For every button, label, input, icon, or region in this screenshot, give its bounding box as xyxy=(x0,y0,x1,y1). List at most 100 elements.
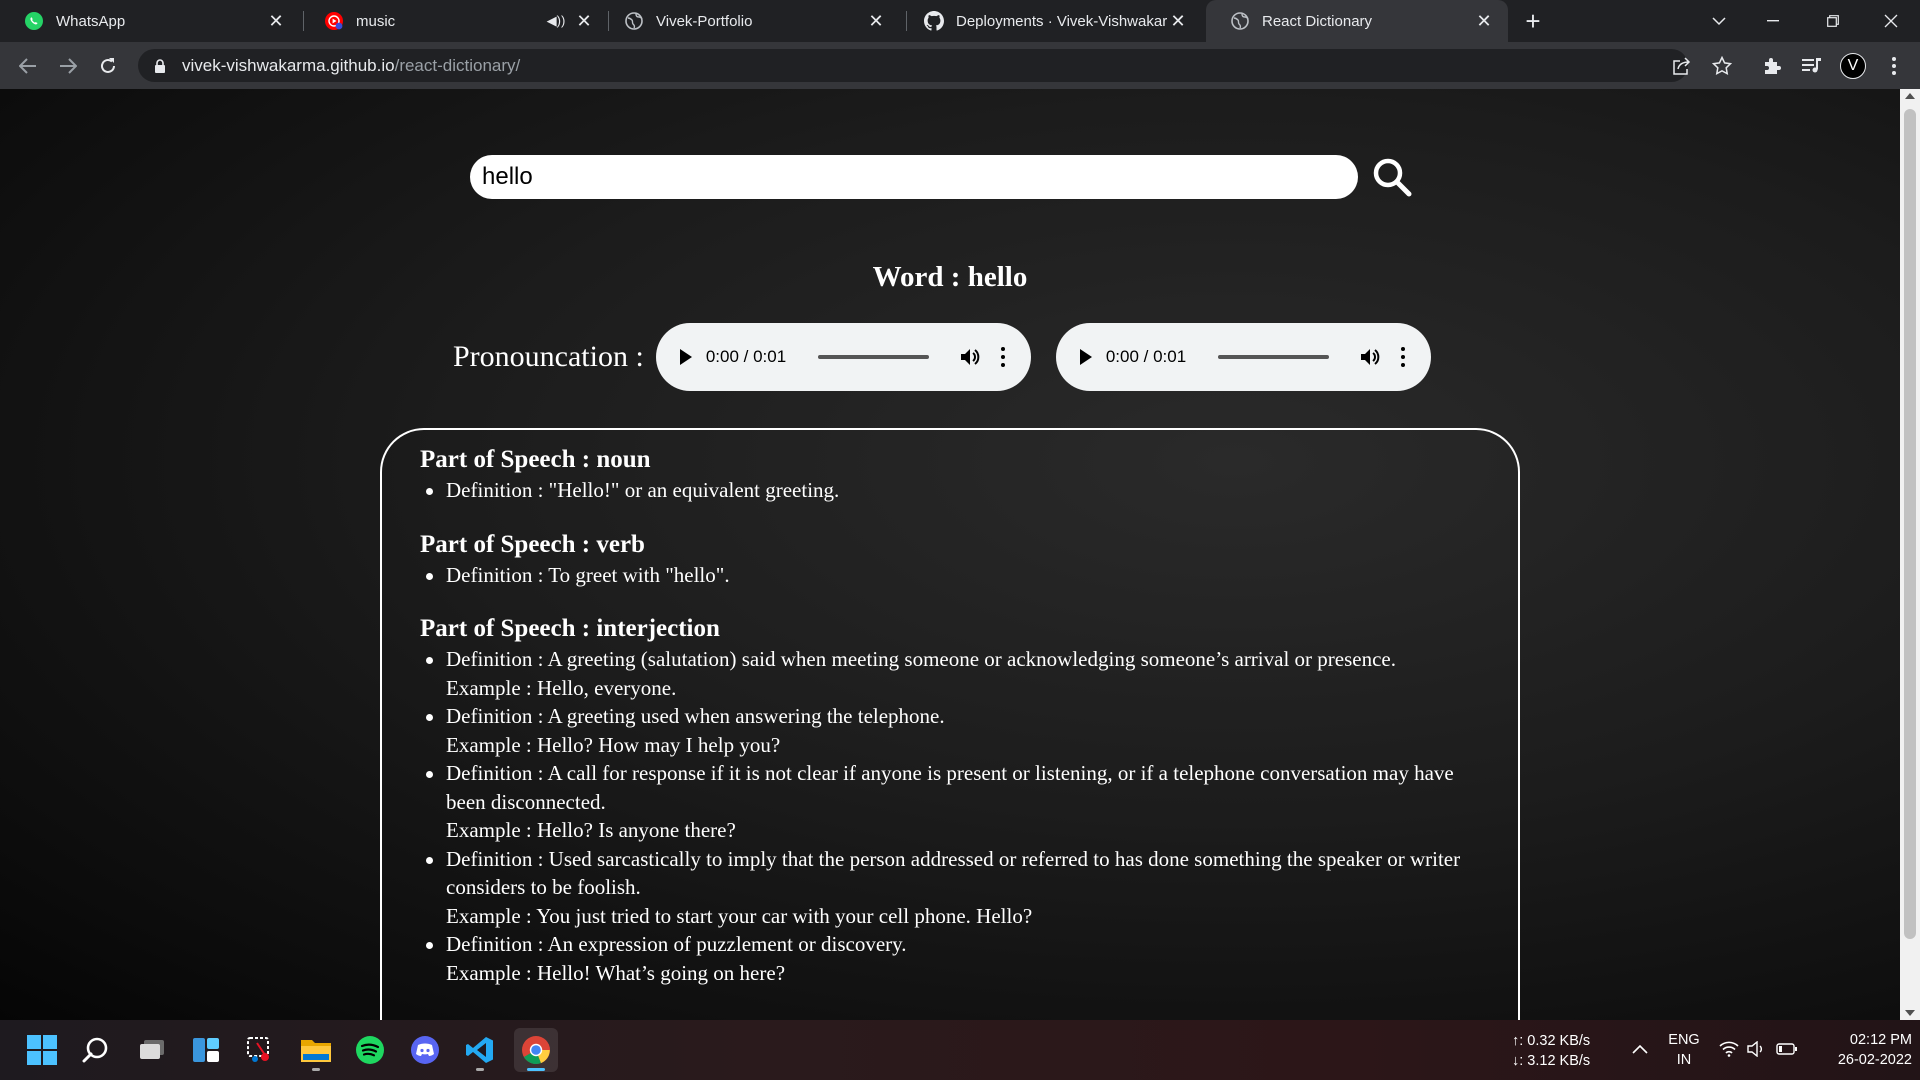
audio-time: 0:00 / 0:01 xyxy=(1105,347,1187,366)
show-hidden-icons-chevron-icon[interactable] xyxy=(1629,1038,1651,1060)
tab-vivek-portfolio[interactable]: Vivek-Portfolio ✕ xyxy=(600,0,900,42)
vscode-button[interactable] xyxy=(458,1028,502,1072)
search-icon xyxy=(1373,158,1412,197)
definition-item: Definition : A greeting used when answer… xyxy=(420,702,1478,759)
windows-start-button[interactable] xyxy=(20,1028,64,1072)
bookmark-star-icon[interactable] xyxy=(1710,54,1734,78)
search-icon xyxy=(82,1037,108,1063)
clock[interactable]: 02:12 PM 26-02-2022 xyxy=(1808,1030,1912,1070)
example-text: Example : Hello, everyone. xyxy=(446,675,677,700)
tab-search-chevron-icon[interactable] xyxy=(1696,0,1742,42)
task-view-button[interactable] xyxy=(130,1028,174,1072)
language-indicator[interactable]: ENG IN xyxy=(1664,1030,1704,1070)
close-tab-icon[interactable]: ✕ xyxy=(1168,11,1188,31)
extensions-puzzle-icon[interactable] xyxy=(1760,54,1784,78)
reload-icon[interactable] xyxy=(94,52,122,80)
minimize-button[interactable] xyxy=(1750,0,1796,42)
example-text: Example : Hello? How may I help you? xyxy=(446,732,781,757)
taskbar-search-button[interactable] xyxy=(74,1028,118,1072)
widgets-icon xyxy=(193,1038,219,1062)
pronunciation-label: Pronouncation : xyxy=(453,340,644,373)
tab-music[interactable]: music ◀)) ✕ xyxy=(300,0,608,42)
kebab-menu-icon[interactable] xyxy=(1882,54,1906,78)
battery-icon[interactable] xyxy=(1776,1038,1798,1060)
more-options-icon[interactable] xyxy=(1000,347,1005,367)
volume-icon[interactable] xyxy=(1746,1038,1768,1060)
word-heading: Word : hello xyxy=(872,261,1028,293)
definition-text: Definition : A call for response if it i… xyxy=(446,761,1454,814)
whatsapp-icon xyxy=(24,11,44,31)
region-code: IN xyxy=(1676,1052,1692,1068)
tab-title: Deployments · Vivek-Vishwakarm xyxy=(956,12,1168,30)
volume-icon[interactable] xyxy=(959,346,981,368)
audio-player: 0:00 / 0:01 xyxy=(1055,323,1431,391)
page-scrollbar[interactable] xyxy=(1900,89,1920,1020)
back-arrow-icon[interactable] xyxy=(14,52,42,80)
volume-icon[interactable] xyxy=(1359,346,1381,368)
upload-speed: ↑: 0.32 KB/s xyxy=(1512,1033,1591,1049)
definition-text: Definition : A greeting used when answer… xyxy=(446,704,945,728)
windows-start-icon xyxy=(27,1035,57,1065)
widgets-button[interactable] xyxy=(184,1028,228,1072)
forward-arrow-icon[interactable] xyxy=(54,52,82,80)
example-text: Example : Hello! What’s going on here? xyxy=(446,960,786,985)
search-input[interactable] xyxy=(470,155,1358,199)
tab-react-dictionary[interactable]: React Dictionary ✕ xyxy=(1206,0,1508,42)
new-tab-button[interactable]: + xyxy=(1520,8,1546,34)
more-options-icon[interactable] xyxy=(1400,347,1405,367)
meanings-panel: Part of Speech : noun Definition : "Hell… xyxy=(380,428,1520,1020)
chrome-button[interactable] xyxy=(514,1028,558,1072)
scroll-up-arrow-icon[interactable] xyxy=(1905,93,1915,99)
network-speed: ↑: 0.32 KB/s ↓: 3.12 KB/s xyxy=(1512,1031,1590,1071)
close-window-button[interactable] xyxy=(1868,0,1914,42)
discord-button[interactable] xyxy=(403,1028,447,1072)
close-tab-icon[interactable]: ✕ xyxy=(866,11,886,31)
tab-whatsapp[interactable]: WhatsApp ✕ xyxy=(0,0,300,42)
profile-avatar[interactable]: V xyxy=(1840,53,1866,79)
media-queue-icon[interactable] xyxy=(1800,54,1824,78)
definition-item: Definition : "Hello!" or an equivalent g… xyxy=(420,476,1478,505)
tab-deployments[interactable]: Deployments · Vivek-Vishwakarm ✕ xyxy=(900,0,1202,42)
definition-list: Definition : "Hello!" or an equivalent g… xyxy=(420,476,1478,505)
tab-title: music xyxy=(356,12,396,30)
restore-button[interactable] xyxy=(1810,0,1856,42)
search-button[interactable] xyxy=(1372,157,1414,199)
part-of-speech-heading: Part of Speech : interjection xyxy=(420,615,720,642)
running-indicator xyxy=(312,1068,320,1071)
address-bar[interactable]: vivek-vishwakarma.github.io/react-dictio… xyxy=(138,49,1688,82)
scroll-down-arrow-icon[interactable] xyxy=(1905,1010,1915,1016)
close-tab-icon[interactable]: ✕ xyxy=(1474,11,1494,31)
clock-time: 02:12 PM xyxy=(1849,1032,1912,1048)
audio-seek-bar[interactable] xyxy=(818,355,929,359)
lock-icon[interactable] xyxy=(154,58,168,73)
close-tab-icon[interactable]: ✕ xyxy=(266,11,286,31)
example-text: Example : Hello? Is anyone there? xyxy=(446,818,736,842)
globe-icon xyxy=(624,11,644,31)
audio-seek-bar[interactable] xyxy=(1218,355,1329,359)
definition-text: Definition : Used sarcastically to imply… xyxy=(446,846,1461,900)
definition-item: Definition : A call for response if it i… xyxy=(420,759,1478,845)
tab-strip: WhatsApp ✕ music ◀)) ✕ Vivek-Portfolio ✕… xyxy=(0,0,1920,42)
tab-title: WhatsApp xyxy=(56,12,126,30)
definition-item: Definition : An expression of puzzlement… xyxy=(420,930,1478,987)
definition-text: Definition : An expression of puzzlement… xyxy=(446,932,907,956)
discord-icon xyxy=(411,1036,439,1064)
play-icon[interactable] xyxy=(1079,349,1092,365)
search-bar xyxy=(470,155,1430,199)
wifi-icon[interactable] xyxy=(1718,1038,1740,1060)
youtube-music-icon xyxy=(324,11,344,31)
play-icon[interactable] xyxy=(679,349,692,365)
speaker-icon[interactable]: ◀)) xyxy=(544,11,568,31)
snipping-tool-button[interactable] xyxy=(238,1028,282,1072)
chrome-icon xyxy=(522,1036,550,1065)
definition-item: Definition : To greet with "hello". xyxy=(420,561,1478,590)
definition-text: Definition : To greet with "hello". xyxy=(446,562,730,587)
meaning-block: Part of Speech : verb Definition : To gr… xyxy=(420,529,1478,590)
share-icon[interactable] xyxy=(1670,54,1694,78)
clock-date: 26-02-2022 xyxy=(1837,1052,1912,1068)
file-explorer-button[interactable] xyxy=(294,1028,338,1072)
scrollbar-thumb[interactable] xyxy=(1904,109,1916,939)
spotify-button[interactable] xyxy=(348,1028,392,1072)
close-tab-icon[interactable]: ✕ xyxy=(574,11,594,31)
definition-list: Definition : A greeting (salutation) sai… xyxy=(420,645,1478,987)
